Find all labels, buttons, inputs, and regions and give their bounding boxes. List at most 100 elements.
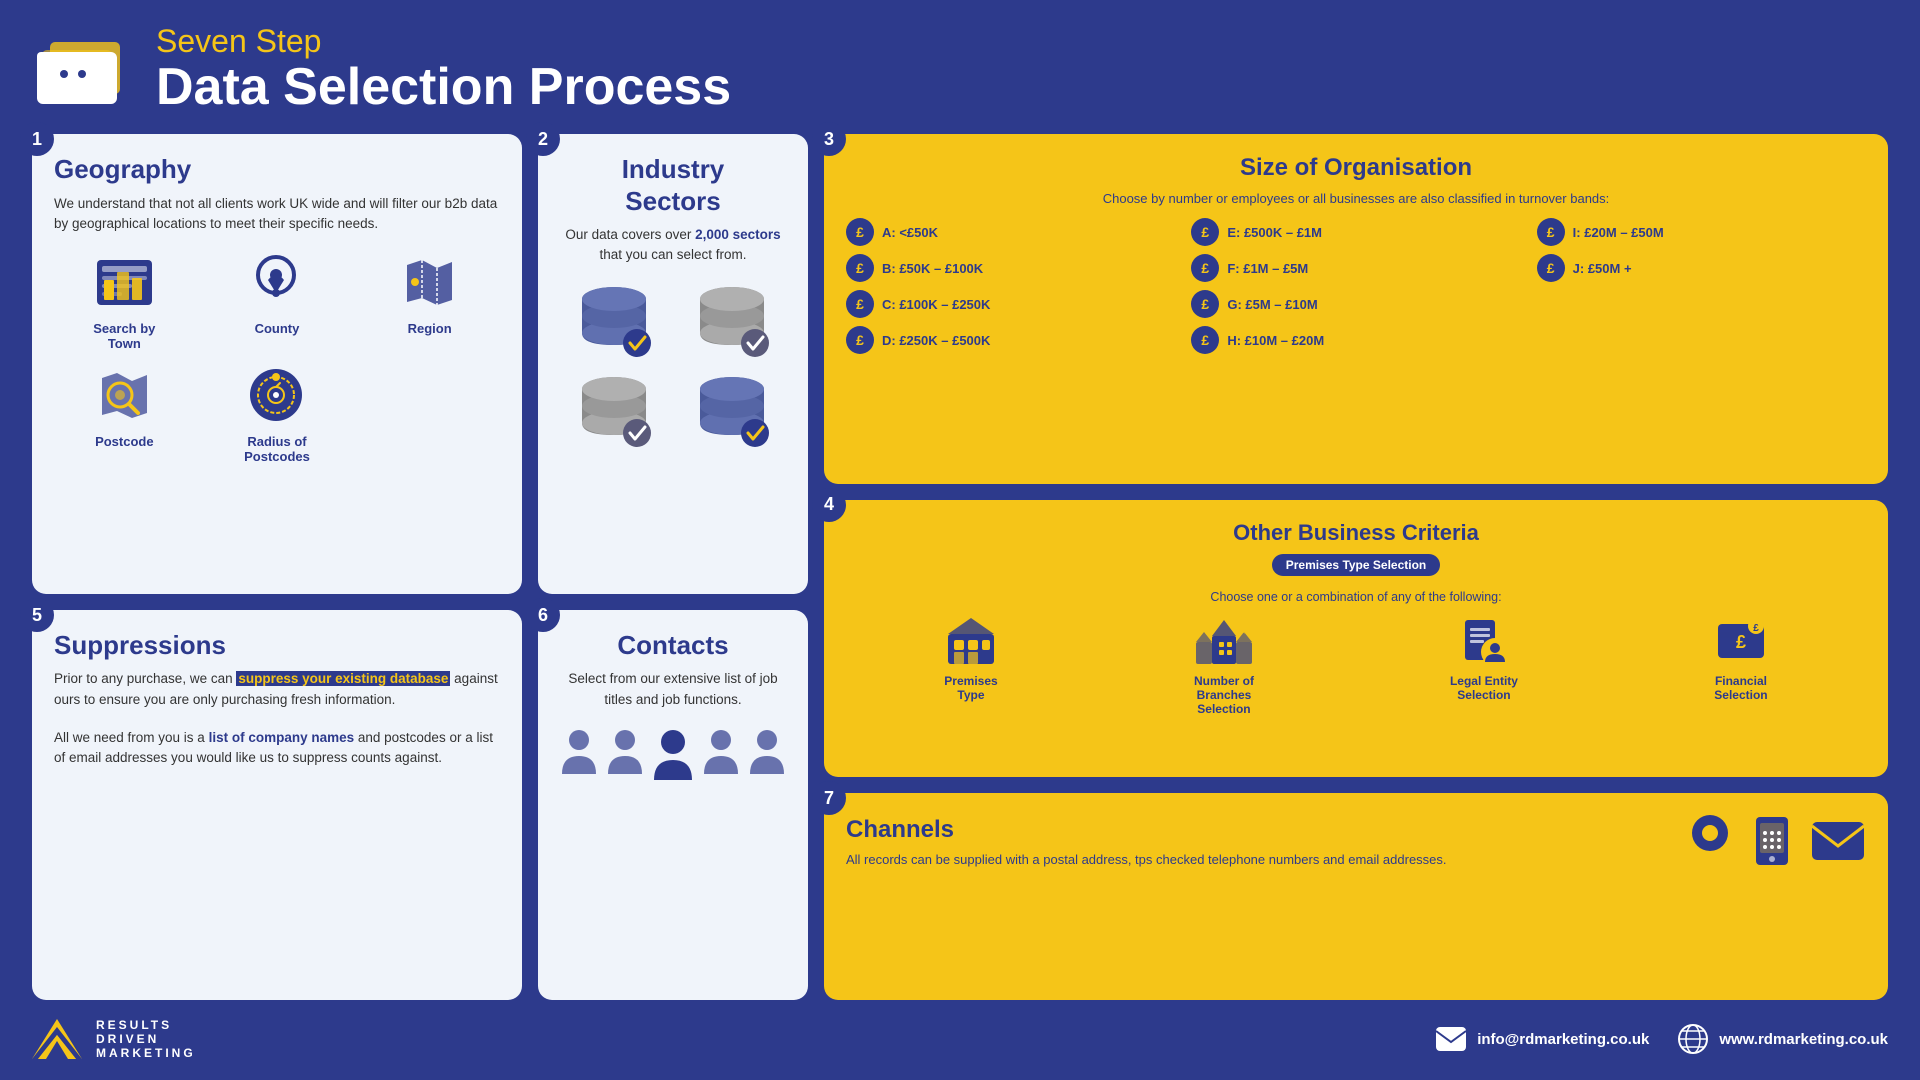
band-i-label: I: £20M – £50M (1573, 225, 1664, 240)
step5-text2: All we need from you is a list of compan… (54, 728, 500, 769)
financial-icon: £ £ (1714, 614, 1768, 668)
band-f-label: F: £1M – £5M (1227, 261, 1308, 276)
step2-text: Our data covers over 2,000 sectors that … (560, 225, 786, 266)
person-icon-4 (702, 726, 740, 776)
premises-badge-container: Premises Type Selection (846, 554, 1866, 584)
geo-search-label: Search byTown (93, 321, 155, 351)
band-a: £ A: <£50K (846, 218, 1175, 246)
turnover-grid: £ A: <£50K £ E: £500K – £1M £ I: £20M – … (846, 218, 1866, 354)
step3-card: 3 Size of Organisation Choose by number … (824, 134, 1888, 483)
pound-icon-g: £ (1191, 290, 1219, 318)
telephone-icon (1748, 813, 1796, 869)
premises-badge: Premises Type Selection (1272, 554, 1441, 576)
svg-text:£: £ (1736, 632, 1746, 652)
step4-title: Other Business Criteria (846, 520, 1866, 546)
company-names-highlight: list of company names (209, 730, 355, 745)
step1-text: We understand that not all clients work … (54, 194, 500, 235)
band-e-label: E: £500K – £1M (1227, 225, 1322, 240)
pound-icon-c: £ (846, 290, 874, 318)
branches-icon (1194, 614, 1254, 668)
rdm-logo-icon (32, 1019, 82, 1059)
band-j-label: J: £50M + (1573, 261, 1632, 276)
band-f: £ F: £1M – £5M (1191, 254, 1520, 282)
band-i: £ I: £20M – £50M (1537, 218, 1866, 246)
footer-website: www.rdmarketing.co.uk (1719, 1031, 1888, 1048)
band-a-label: A: <£50K (882, 225, 938, 240)
pound-icon-e: £ (1191, 218, 1219, 246)
pound-icon-f: £ (1191, 254, 1219, 282)
pound-icon-i: £ (1537, 218, 1565, 246)
geo-region: Region (359, 250, 500, 351)
step6-badge: 6 (526, 598, 560, 632)
step3-title: Size of Organisation (846, 154, 1866, 183)
band-h-label: H: £10M – £20M (1227, 333, 1324, 348)
footer-email: info@rdmarketing.co.uk (1477, 1031, 1649, 1048)
header: Seven Step Data Selection Process (32, 24, 1888, 116)
step4-badge: 4 (812, 488, 846, 522)
location-pin-icon (1686, 813, 1734, 869)
step5-text1: Prior to any purchase, we can suppress y… (54, 669, 500, 710)
premises-type-label: PremisesType (944, 674, 997, 702)
main-container: Seven Step Data Selection Process 1 Geog… (0, 0, 1920, 1080)
legal-entity-item: Legal EntitySelection (1450, 614, 1518, 702)
branches-item: Number ofBranchesSelection (1194, 614, 1254, 716)
step6-title: Contacts (560, 630, 786, 661)
band-b-label: B: £50K – £100K (882, 261, 983, 276)
step6-card: 6 Contacts Select from our extensive lis… (538, 610, 808, 1000)
step6-text: Select from our extensive list of job ti… (560, 669, 786, 710)
step4-subtitle: Choose one or a combination of any of th… (846, 590, 1866, 604)
header-text: Seven Step Data Selection Process (156, 24, 731, 116)
premises-type-icon (944, 614, 998, 668)
step7-text: All records can be supplied with a posta… (846, 852, 1666, 867)
folder-icon (32, 30, 132, 110)
step7-card: 7 Channels All records can be supplied w… (824, 793, 1888, 1000)
step2-title: IndustrySectors (560, 154, 786, 216)
footer-logo: RESULTS DRIVEN MARKETING (32, 1018, 196, 1060)
email-envelope-icon (1810, 818, 1866, 864)
step3-badge: 3 (812, 122, 846, 156)
geo-region-label: Region (408, 321, 452, 336)
band-j: £ J: £50M + (1537, 254, 1866, 282)
suppress-highlight: suppress your existing database (236, 671, 450, 686)
step1-badge: 1 (20, 122, 54, 156)
band-c: £ C: £100K – £250K (846, 290, 1175, 318)
step7-title: Channels (846, 816, 1666, 845)
financial-label: FinancialSelection (1714, 674, 1767, 702)
geo-county-label: County (255, 321, 300, 336)
band-g: £ G: £5M – £10M (1191, 290, 1520, 318)
pound-icon-a: £ (846, 218, 874, 246)
footer: RESULTS DRIVEN MARKETING info@rdmarketin… (32, 1014, 1888, 1060)
step2-badge: 2 (526, 122, 560, 156)
step2-card: 2 IndustrySectors Our data covers over 2… (538, 134, 808, 594)
footer-logo-text: RESULTS DRIVEN MARKETING (96, 1018, 196, 1060)
footer-line3: MARKETING (96, 1046, 196, 1060)
person-icon-5 (748, 726, 786, 776)
geo-radius: Radius ofPostcodes (207, 363, 348, 464)
step3-subtitle: Choose by number or employees or all bus… (846, 191, 1866, 206)
geo-radius-label: Radius ofPostcodes (244, 434, 310, 464)
svg-text:£: £ (1753, 623, 1759, 634)
db-icon-1 (569, 281, 659, 361)
step5-card: 5 Suppressions Prior to any purchase, we… (32, 610, 522, 1000)
db-icon-3 (569, 371, 659, 451)
header-title: Data Selection Process (156, 59, 731, 116)
band-b: £ B: £50K – £100K (846, 254, 1175, 282)
footer-line1: RESULTS (96, 1018, 196, 1032)
footer-email-item: info@rdmarketing.co.uk (1435, 1026, 1649, 1052)
geo-county: County (207, 250, 348, 351)
pound-icon-d: £ (846, 326, 874, 354)
contact-icons (560, 726, 786, 782)
band-e: £ E: £500K – £1M (1191, 218, 1520, 246)
footer-globe-icon (1677, 1023, 1709, 1055)
person-icon-center (652, 726, 694, 782)
footer-email-icon (1435, 1026, 1467, 1052)
step5-title: Suppressions (54, 630, 500, 661)
premises-type-item: PremisesType (944, 614, 998, 702)
financial-item: £ £ FinancialSelection (1714, 614, 1768, 702)
band-d-label: D: £250K – £500K (882, 333, 990, 348)
legal-entity-label: Legal EntitySelection (1450, 674, 1518, 702)
db-icon-2 (687, 281, 777, 361)
pound-icon-j: £ (1537, 254, 1565, 282)
footer-website-item: www.rdmarketing.co.uk (1677, 1023, 1888, 1055)
db-icons-grid (560, 281, 786, 451)
